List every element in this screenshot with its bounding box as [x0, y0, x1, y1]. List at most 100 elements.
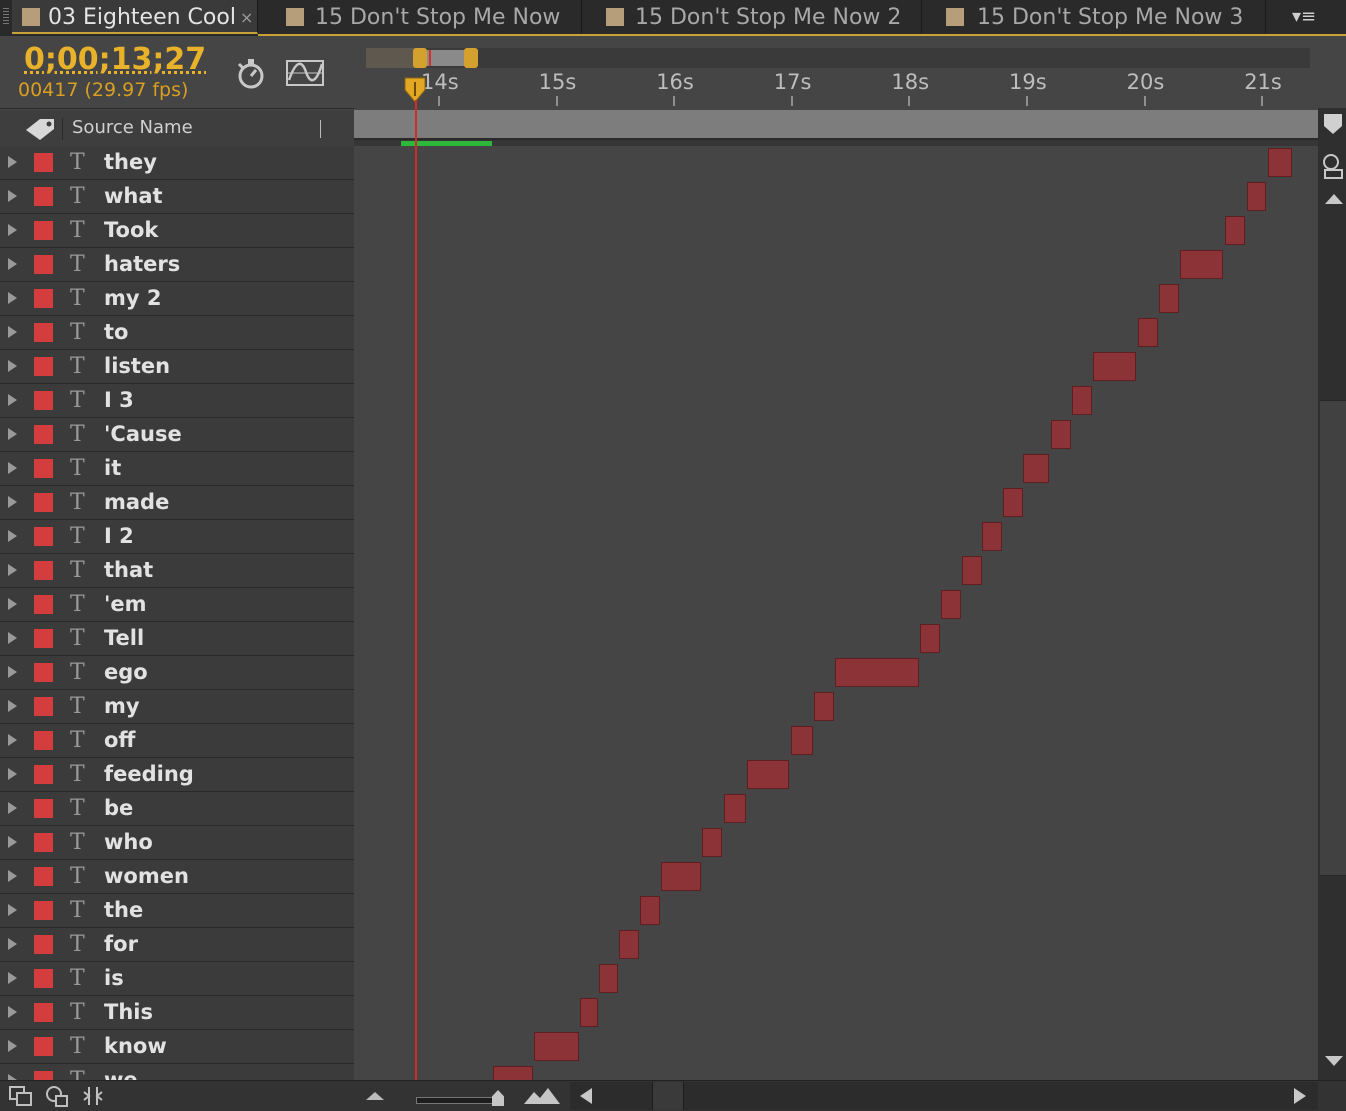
layer-row[interactable]: T 'Cause: [0, 418, 354, 452]
label-color-swatch[interactable]: [34, 765, 53, 784]
layer-name[interactable]: my: [104, 690, 140, 723]
layer-duration-bar[interactable]: [723, 794, 746, 823]
label-tag-icon[interactable]: [20, 116, 60, 142]
layer-name[interactable]: the: [104, 894, 143, 927]
label-color-swatch[interactable]: [34, 969, 53, 988]
expand-twirl-icon[interactable]: [8, 258, 17, 270]
in-out-duration-icon[interactable]: [80, 1084, 106, 1108]
layer-name[interactable]: is: [104, 962, 124, 995]
expand-twirl-icon[interactable]: [8, 734, 17, 746]
current-time-display[interactable]: 0;00;13;27: [24, 42, 206, 78]
layer-row[interactable]: T I 2: [0, 520, 354, 554]
layer-duration-bar[interactable]: [1158, 284, 1179, 313]
layer-name[interactable]: that: [104, 554, 153, 587]
layer-switches-icon[interactable]: [8, 1084, 34, 1108]
label-color-swatch[interactable]: [34, 527, 53, 546]
layer-name[interactable]: haters: [104, 248, 180, 281]
panel-menu-icon[interactable]: ▾≡: [1284, 4, 1324, 30]
layer-duration-bar[interactable]: [962, 556, 983, 585]
layer-duration-bar[interactable]: [1268, 148, 1292, 177]
layer-duration-bar[interactable]: [618, 930, 639, 959]
expand-twirl-icon[interactable]: [8, 870, 17, 882]
label-color-swatch[interactable]: [34, 391, 53, 410]
label-color-swatch[interactable]: [34, 221, 53, 240]
layer-duration-bar[interactable]: [1092, 352, 1137, 381]
navigator-start-handle[interactable]: [413, 48, 427, 68]
expand-twirl-icon[interactable]: [8, 700, 17, 712]
expand-twirl-icon[interactable]: [8, 564, 17, 576]
label-color-swatch[interactable]: [34, 1003, 53, 1022]
label-color-swatch[interactable]: [34, 867, 53, 886]
source-name-header[interactable]: Source Name: [72, 110, 193, 146]
layer-row[interactable]: Tmy 2: [0, 282, 354, 316]
label-color-swatch[interactable]: [34, 1071, 53, 1080]
layer-row[interactable]: Thaters: [0, 248, 354, 282]
layer-name[interactable]: Tell: [104, 622, 144, 655]
layer-duration-bar[interactable]: [661, 862, 702, 891]
expand-twirl-icon[interactable]: [8, 496, 17, 508]
layer-name[interactable]: This: [104, 996, 153, 1029]
expand-twirl-icon[interactable]: [8, 224, 17, 236]
time-navigator[interactable]: [366, 48, 1310, 68]
transfer-controls-icon[interactable]: [44, 1084, 70, 1108]
label-color-swatch[interactable]: [34, 323, 53, 342]
layer-duration-bar[interactable]: [790, 726, 813, 755]
label-color-swatch[interactable]: [34, 901, 53, 920]
layer-row[interactable]: Twho: [0, 826, 354, 860]
column-divider[interactable]: [320, 120, 321, 138]
label-color-swatch[interactable]: [34, 459, 53, 478]
expand-twirl-icon[interactable]: [8, 768, 17, 780]
layer-row[interactable]: Tlisten: [0, 350, 354, 384]
layer-name[interactable]: be: [104, 792, 133, 825]
layer-duration-bar[interactable]: [1246, 182, 1266, 211]
panel-grip-icon[interactable]: [3, 8, 9, 26]
scroll-right-arrow-icon[interactable]: [1294, 1088, 1306, 1104]
layer-name[interactable]: Took: [104, 214, 158, 247]
tab-03-eighteen-cool[interactable]: 03 Eighteen Cool ×: [12, 0, 258, 34]
layer-name[interactable]: it: [104, 452, 121, 485]
label-color-swatch[interactable]: [34, 799, 53, 818]
layer-name[interactable]: what: [104, 180, 163, 213]
tab-dont-stop-me-now[interactable]: 15 Don't Stop Me Now: [262, 0, 582, 34]
layer-row[interactable]: Tbe: [0, 792, 354, 826]
scroll-up-arrow-icon[interactable]: [1325, 194, 1343, 204]
layer-name[interactable]: to: [104, 316, 128, 349]
expand-twirl-icon[interactable]: [8, 190, 17, 202]
layer-duration-bar[interactable]: [1179, 250, 1224, 279]
expand-twirl-icon[interactable]: [8, 802, 17, 814]
layer-row[interactable]: T 'em: [0, 588, 354, 622]
layer-duration-bar[interactable]: [1023, 454, 1050, 483]
zoom-slider[interactable]: [416, 1097, 500, 1104]
expand-twirl-icon[interactable]: [8, 666, 17, 678]
expand-twirl-icon[interactable]: [8, 156, 17, 168]
label-color-swatch[interactable]: [34, 357, 53, 376]
label-color-swatch[interactable]: [34, 935, 53, 954]
expand-twirl-icon[interactable]: [8, 394, 17, 406]
layer-name[interactable]: my 2: [104, 282, 162, 315]
expand-twirl-icon[interactable]: [8, 598, 17, 610]
layer-row[interactable]: Tit: [0, 452, 354, 486]
layer-row[interactable]: Tthat: [0, 554, 354, 588]
expand-twirl-icon[interactable]: [8, 1040, 17, 1052]
vertical-scroll-thumb[interactable]: [1320, 400, 1346, 876]
label-color-swatch[interactable]: [34, 1037, 53, 1056]
layer-name[interactable]: 'em: [104, 588, 147, 621]
layer-name[interactable]: I 3: [104, 384, 134, 417]
label-color-swatch[interactable]: [34, 493, 53, 512]
layer-row[interactable]: Tfeeding: [0, 758, 354, 792]
layer-duration-bar[interactable]: [580, 998, 598, 1027]
layer-row[interactable]: Twomen: [0, 860, 354, 894]
label-color-swatch[interactable]: [34, 425, 53, 444]
layer-name[interactable]: we: [104, 1064, 138, 1080]
layer-row[interactable]: Twe: [0, 1064, 354, 1080]
layer-duration-bar[interactable]: [1137, 318, 1158, 347]
layer-row[interactable]: Tego: [0, 656, 354, 690]
layer-name[interactable]: I 2: [104, 520, 134, 553]
graph-editor-icon[interactable]: [284, 56, 326, 90]
label-color-swatch[interactable]: [34, 833, 53, 852]
layer-name[interactable]: for: [104, 928, 138, 961]
layer-row[interactable]: T Tell: [0, 622, 354, 656]
layer-row[interactable]: Tknow: [0, 1030, 354, 1064]
layer-row[interactable]: Tmade: [0, 486, 354, 520]
layer-name[interactable]: listen: [104, 350, 170, 383]
